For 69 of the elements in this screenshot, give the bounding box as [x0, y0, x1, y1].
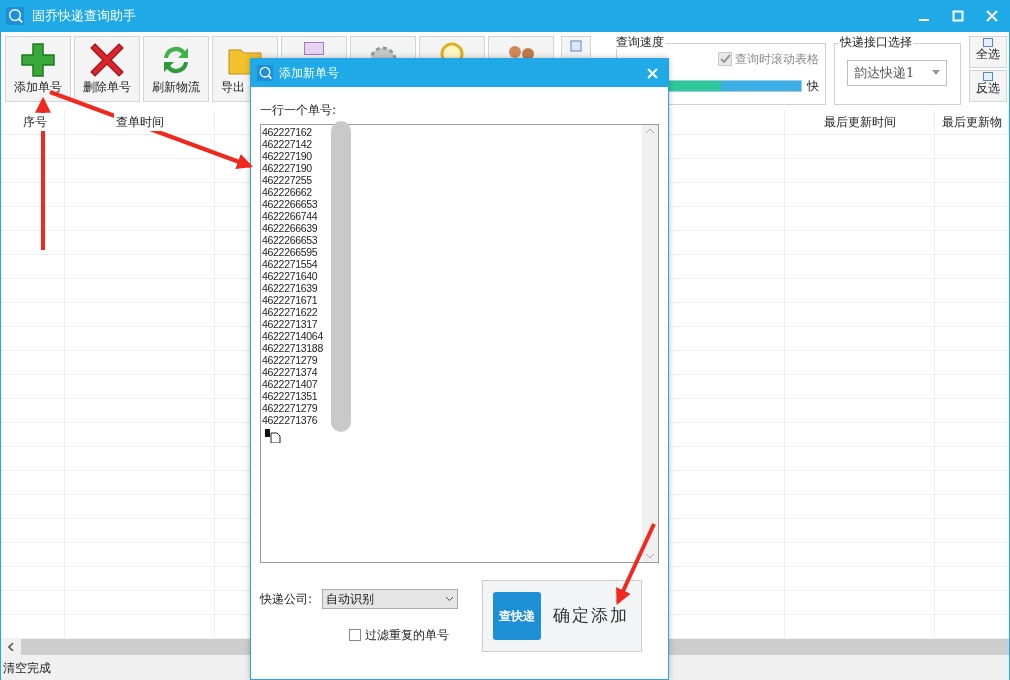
dialog-logo-icon — [257, 65, 273, 81]
paste-icon — [265, 429, 281, 443]
column-header[interactable]: 序号 — [20, 113, 49, 131]
app-logo-icon — [6, 7, 24, 25]
dropdown-icon — [445, 596, 455, 602]
maximize-icon[interactable] — [952, 10, 964, 22]
tracking-number: 462227190 — [262, 162, 312, 174]
checkbox-label: 过滤重复的单号 — [365, 627, 449, 644]
vertical-scrollbar[interactable] — [642, 125, 658, 562]
select-button[interactable]: 全选 — [969, 36, 1007, 68]
tracking-number: 4622271640 — [262, 270, 318, 282]
tracking-number: 4622271407 — [262, 378, 318, 390]
tracking-number: 4622271317 — [262, 318, 318, 330]
dropdown-icon — [932, 70, 940, 76]
column-header[interactable]: 最后更新时间 — [821, 113, 898, 131]
status-text: 清空完成 — [2, 659, 51, 677]
tracking-number: 4622266595 — [262, 246, 318, 258]
list-icon — [983, 72, 993, 81]
tracking-number: 46222714064 — [262, 330, 323, 342]
close-icon[interactable] — [647, 67, 658, 79]
scroll-left-icon[interactable] — [8, 643, 14, 651]
tracking-number: 4622271374 — [262, 366, 318, 378]
tracking-number: 462227162 — [262, 126, 312, 138]
tracking-number: 4622271671 — [262, 294, 318, 306]
tracking-number: 46222713188 — [262, 342, 323, 354]
scroll-down-icon[interactable] — [646, 554, 654, 559]
select-button[interactable]: 反选 — [969, 70, 1007, 102]
tracking-number: 4622271279 — [262, 402, 318, 414]
tracking-number: 4622266653 — [262, 198, 318, 210]
window-title: 固乔快递查询助手 — [32, 7, 136, 26]
tracking-number: 462227255 — [262, 174, 312, 186]
tracking-number: 4622271622 — [262, 306, 318, 318]
tracking-number: 4622271351 — [262, 390, 318, 402]
logo-badge: 查快递 — [493, 592, 542, 640]
tracking-number: 462227190 — [262, 150, 312, 162]
tracking-number: 4622271639 — [262, 282, 318, 294]
company-label: 快递公司: — [260, 591, 313, 608]
fast-label: 快 — [807, 78, 819, 95]
tracking-number: 462226662 — [262, 186, 312, 198]
toolbar-button[interactable]: 删除单号 — [74, 36, 140, 102]
numbers-textarea[interactable] — [260, 124, 659, 563]
group-title: 查询速度 — [615, 35, 665, 49]
prompt-label: 一行一个单号: — [260, 103, 338, 117]
scroll-up-icon[interactable] — [646, 128, 654, 133]
group-title: 快递接口选择 — [839, 35, 913, 49]
plus-icon — [20, 42, 56, 78]
check-icon — [719, 53, 731, 65]
cross-icon — [89, 42, 125, 78]
column-header[interactable]: 查单时间 — [113, 113, 166, 131]
toolbar-button[interactable]: 添加单号 — [5, 36, 71, 102]
confirm-add-button[interactable]: 查快递 确定添加 — [482, 580, 643, 652]
document-icon — [304, 42, 324, 55]
column-header[interactable]: 最后更新物 — [939, 113, 1004, 131]
api-select[interactable]: 韵达快递1 — [847, 60, 947, 86]
tracking-number: 4622271554 — [262, 258, 318, 270]
table-icon — [570, 40, 582, 52]
tracking-number: 4622271279 — [262, 354, 318, 366]
checkbox[interactable] — [349, 629, 361, 641]
tracking-number: 4622271376 — [262, 414, 318, 426]
tracking-number: 462227142 — [262, 138, 312, 150]
dialog-title: 添加新单号 — [279, 65, 339, 82]
checkbox-label: 查询时滚动表格 — [735, 51, 819, 68]
toolbar-button[interactable]: 刷新物流 — [143, 36, 209, 102]
list-icon — [983, 38, 993, 47]
tracking-number: 4622266744 — [262, 210, 318, 222]
tracking-number: 4622266653 — [262, 234, 318, 246]
tracking-number: 4622266639 — [262, 222, 318, 234]
company-select[interactable]: 自动识别 — [322, 589, 459, 609]
close-icon[interactable] — [986, 10, 998, 22]
